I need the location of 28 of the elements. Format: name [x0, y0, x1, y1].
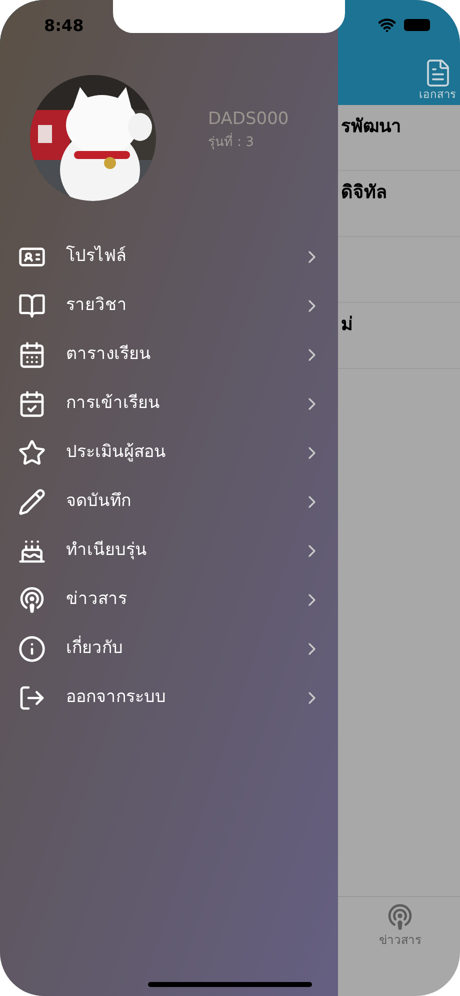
list-row-title: ม่: [341, 314, 353, 335]
logout-icon: [18, 684, 46, 712]
menu-item[interactable]: โปรไฟล์: [0, 232, 338, 281]
broadcast-icon: [18, 586, 46, 614]
open-book-icon: [18, 292, 46, 320]
document-button[interactable]: เอกสาร: [419, 58, 456, 102]
wifi-icon: [378, 16, 396, 34]
star-icon: [18, 438, 46, 466]
menu-item[interactable]: ออกจากระบบ: [0, 673, 338, 722]
broadcast-icon: [386, 903, 414, 931]
list-row-title: ดิจิทัล: [341, 182, 387, 203]
batch-label: รุ่นที่ : 3: [208, 132, 255, 152]
username: DADS000: [208, 108, 289, 131]
list-row-title: รพัฒนา: [341, 116, 401, 137]
menu-item[interactable]: รายวิชา: [0, 281, 338, 330]
menu-item[interactable]: จดบันทึก: [0, 477, 338, 526]
status-time: 8:48: [44, 15, 84, 37]
menu-item[interactable]: ตารางเรียน: [0, 330, 338, 379]
menu-item[interactable]: เกี่ยวกับ: [0, 624, 338, 673]
pencil-icon: [18, 488, 46, 516]
calendar-check-icon: [18, 390, 46, 418]
battery-icon: [404, 19, 430, 31]
menu-item[interactable]: การเข้าเรียน: [0, 379, 338, 428]
calendar-icon: [18, 340, 46, 368]
menu-item[interactable]: ประเมินผู้สอน: [0, 428, 338, 477]
info-icon: [18, 634, 46, 662]
menu-item[interactable]: ทำเนียบรุ่น: [0, 526, 338, 575]
menu-item[interactable]: ข่าวสาร: [0, 575, 338, 624]
